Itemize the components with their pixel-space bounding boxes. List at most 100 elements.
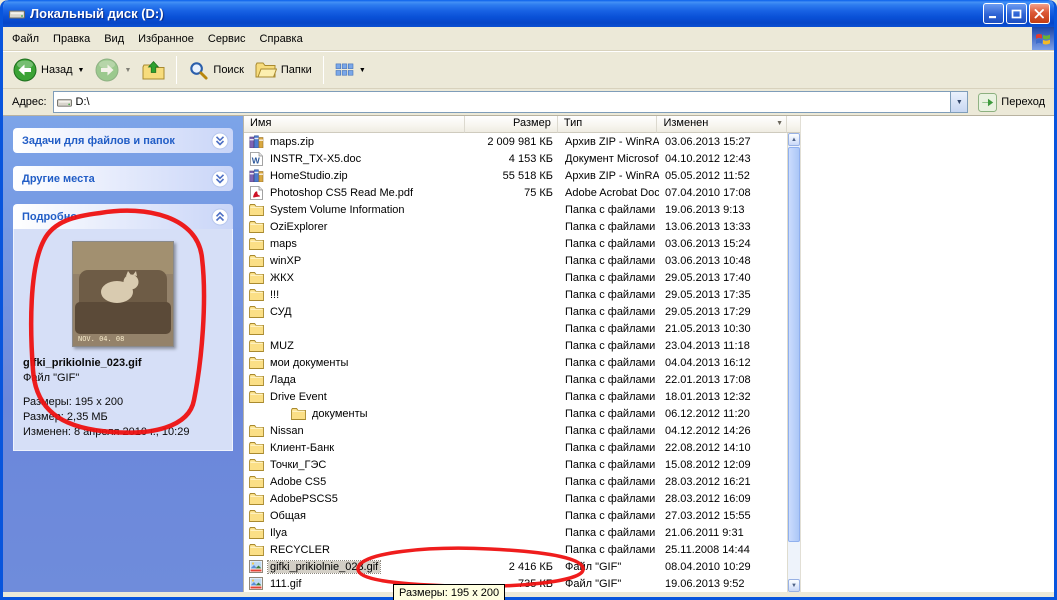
- folder-icon: [248, 474, 264, 489]
- scroll-up-icon[interactable]: ▲: [788, 133, 800, 146]
- sort-dropdown-icon[interactable]: ▼: [776, 120, 783, 127]
- file-modified: 04.12.2012 14:26: [659, 425, 787, 437]
- panel-other-places-header[interactable]: Другие места: [13, 166, 233, 191]
- address-dropdown-icon[interactable]: ▼: [950, 92, 967, 112]
- table-row[interactable]: IlyaПапка с файлами21.06.2011 9:31: [244, 524, 787, 541]
- table-row[interactable]: Photoshop CS5 Read Me.pdf75 КБAdobe Acro…: [244, 184, 787, 201]
- window-title: Локальный диск (D:): [30, 6, 978, 21]
- file-name: MUZ: [268, 340, 296, 352]
- details-dimensions: Размеры: 195 x 200: [23, 396, 223, 408]
- views-button[interactable]: ▼: [331, 59, 370, 82]
- file-name: документы: [310, 408, 370, 420]
- panel-file-tasks-header[interactable]: Задачи для файлов и папок: [13, 128, 233, 153]
- table-row[interactable]: winXPПапка с файлами03.06.2013 10:48: [244, 252, 787, 269]
- column-header-name[interactable]: Имя: [244, 116, 465, 133]
- chevron-down-icon[interactable]: [211, 132, 229, 150]
- folders-button[interactable]: Папки: [251, 58, 316, 82]
- table-row[interactable]: Adobe CS5Папка с файлами28.03.2012 16:21: [244, 473, 787, 490]
- menu-file[interactable]: Файл: [3, 27, 46, 50]
- toolbar-separator: [176, 56, 177, 84]
- winrar-icon: [248, 168, 264, 183]
- panel-details-header[interactable]: Подробно: [13, 204, 233, 229]
- menu-edit[interactable]: Правка: [46, 27, 97, 50]
- menu-view[interactable]: Вид: [97, 27, 131, 50]
- forward-button[interactable]: ▼: [91, 55, 135, 85]
- table-row[interactable]: System Volume InformationПапка с файлами…: [244, 201, 787, 218]
- table-row[interactable]: ОбщаяПапка с файлами27.03.2012 15:55: [244, 507, 787, 524]
- table-row[interactable]: документыПапка с файлами06.12.2012 11:20: [244, 405, 787, 422]
- address-input[interactable]: D:\ ▼: [53, 91, 969, 113]
- file-name: СУД: [268, 306, 294, 318]
- photo-date-stamp: NOV. 04. 08: [78, 335, 124, 343]
- search-button[interactable]: Поиск: [184, 57, 247, 84]
- table-row[interactable]: MUZПапка с файлами23.04.2013 11:18: [244, 337, 787, 354]
- folder-icon: [248, 542, 264, 557]
- table-row[interactable]: 111.gif735 КБФайл "GIF"19.06.2013 9:52: [244, 575, 787, 592]
- table-row[interactable]: OziExplorerПапка с файлами13.06.2013 13:…: [244, 218, 787, 235]
- folder-icon: [248, 219, 264, 234]
- file-modified: 03.06.2013 10:48: [659, 255, 787, 267]
- table-row[interactable]: ЖКХПапка с файлами29.05.2013 17:40: [244, 269, 787, 286]
- table-row[interactable]: mapsПапка с файлами03.06.2013 15:24: [244, 235, 787, 252]
- table-row[interactable]: !!!Папка с файлами29.05.2013 17:35: [244, 286, 787, 303]
- file-type: Файл "GIF": [559, 561, 659, 573]
- table-row[interactable]: HomeStudio.zip55 518 КБАрхив ZIP - WinRA…: [244, 167, 787, 184]
- column-header-size[interactable]: Размер: [465, 116, 558, 133]
- table-row[interactable]: Drive EventПапка с файлами18.01.2013 12:…: [244, 388, 787, 405]
- table-row[interactable]: WINSTR_TX-X5.doc4 153 КБДокумент Microso…: [244, 150, 787, 167]
- scrollbar-thumb[interactable]: [788, 147, 800, 542]
- file-name: INSTR_TX-X5.doc: [268, 153, 363, 165]
- file-modified: 05.05.2012 11:52: [659, 170, 787, 182]
- file-size: 2 416 КБ: [466, 561, 559, 573]
- maximize-button[interactable]: [1006, 3, 1027, 24]
- table-row[interactable]: RECYCLERПапка с файлами25.11.2008 14:44: [244, 541, 787, 558]
- table-row[interactable]: AdobePSCS5Папка с файлами28.03.2012 16:0…: [244, 490, 787, 507]
- chevron-up-icon[interactable]: [211, 208, 229, 226]
- scroll-down-icon[interactable]: ▼: [788, 579, 800, 592]
- folder-icon: [248, 253, 264, 268]
- file-modified: 08.04.2010 10:29: [659, 561, 787, 573]
- chevron-down-icon[interactable]: [211, 170, 229, 188]
- table-row[interactable]: Папка с файлами21.05.2013 10:30: [244, 320, 787, 337]
- file-name: gifki_prikiolnie_023.gif: [268, 561, 380, 573]
- close-button[interactable]: [1029, 3, 1050, 24]
- column-headers: Имя Размер Тип Изменен▼: [244, 116, 800, 133]
- table-row[interactable]: maps.zip2 009 981 КБАрхив ZIP - WinRAR03…: [244, 133, 787, 150]
- file-name: winXP: [268, 255, 303, 267]
- go-button[interactable]: Переход: [974, 91, 1049, 114]
- views-dropdown-icon[interactable]: ▼: [359, 67, 366, 74]
- drive-icon: [57, 96, 72, 109]
- word-icon: W: [248, 151, 264, 166]
- vertical-scrollbar[interactable]: ▲ ▼: [787, 133, 800, 592]
- folder-icon: [248, 389, 264, 404]
- table-row[interactable]: Точки_ГЭСПапка с файлами15.08.2012 12:09: [244, 456, 787, 473]
- minimize-button[interactable]: [983, 3, 1004, 24]
- panel-details: Подробно NOV. 04. 08: [13, 204, 233, 451]
- table-row[interactable]: мои документыПапка с файлами04.04.2013 1…: [244, 354, 787, 371]
- table-row[interactable]: СУДПапка с файлами29.05.2013 17:29: [244, 303, 787, 320]
- folder-icon: [248, 304, 264, 319]
- folders-icon: [255, 61, 277, 79]
- up-button[interactable]: [138, 57, 169, 84]
- file-name: System Volume Information: [268, 204, 407, 216]
- menu-tools[interactable]: Сервис: [201, 27, 253, 50]
- file-type: Папка с файлами: [559, 340, 659, 352]
- file-modified: 03.06.2013 15:24: [659, 238, 787, 250]
- file-name: Ilya: [268, 527, 289, 539]
- back-button[interactable]: Назад ▼: [9, 55, 88, 85]
- back-dropdown-icon[interactable]: ▼: [78, 67, 85, 74]
- file-name: Adobe CS5: [268, 476, 328, 488]
- table-row[interactable]: ЛадаПапка с файлами22.01.2013 17:08: [244, 371, 787, 388]
- table-row[interactable]: Клиент-БанкПапка с файлами22.08.2012 14:…: [244, 439, 787, 456]
- menu-favorites[interactable]: Избранное: [131, 27, 201, 50]
- file-name: Клиент-Банк: [268, 442, 336, 454]
- folder-icon: [248, 270, 264, 285]
- column-header-type[interactable]: Тип: [558, 116, 658, 133]
- menu-help[interactable]: Справка: [253, 27, 310, 50]
- file-modified: 18.01.2013 12:32: [659, 391, 787, 403]
- table-row[interactable]: NissanПапка с файлами04.12.2012 14:26: [244, 422, 787, 439]
- file-list-body: maps.zip2 009 981 КБАрхив ZIP - WinRAR03…: [244, 133, 787, 592]
- search-icon: [188, 60, 209, 81]
- column-header-modified[interactable]: Изменен▼: [657, 116, 787, 133]
- table-row[interactable]: gifki_prikiolnie_023.gif 2 416 КБФайл "GI…: [244, 558, 787, 575]
